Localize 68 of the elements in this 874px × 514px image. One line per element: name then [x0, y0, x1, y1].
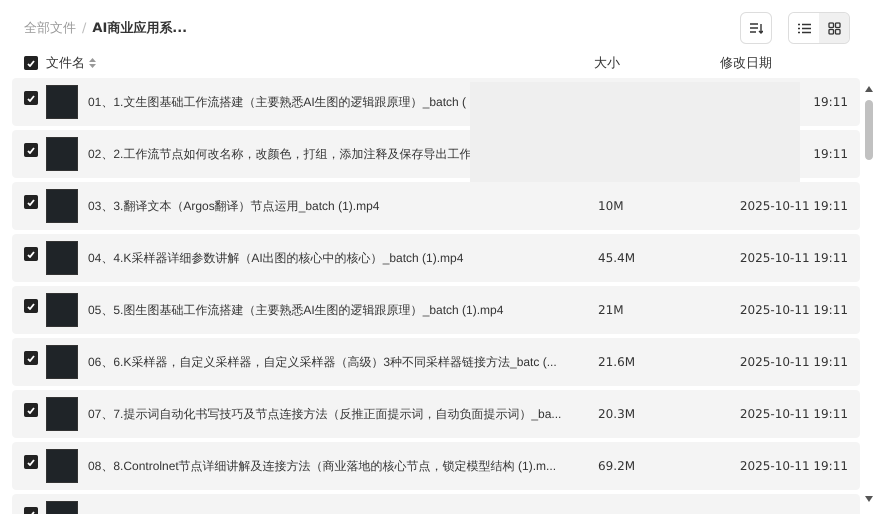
checkmark-icon — [27, 250, 35, 258]
grid-view-button[interactable] — [819, 13, 849, 43]
sort-arrows-icon — [89, 58, 96, 68]
file-size: 10M — [598, 198, 625, 215]
file-name: 03、3.翻译文本（Argos翻译）节点运用_batch (1).mp4 — [88, 198, 380, 215]
modified-date: 2025-10-11 19:11 — [738, 458, 848, 475]
file-name: 08、8.Controlnet节点详细讲解及连接方法（商业落地的核心节点，锁定模型结构 (1).m... — [88, 458, 558, 475]
file-row[interactable]: 06、6.K采样器，自定义采样器，自定义采样器（高级）3种不同采样器链接方法_batc (... 21.6M 2025-10-11 19:11 — [12, 338, 860, 386]
file-row[interactable]: 03、3.翻译文本（Argos翻译）节点运用_batch (1).mp4 10M 2025-10-11 19:11 — [12, 182, 860, 230]
file-name: 02、2.工作流节点如何改名称，改颜色，打组，添加注释及保存导出工作 — [88, 146, 472, 163]
file-size: 69.2M — [598, 458, 636, 475]
checkbox[interactable] — [24, 247, 38, 261]
file-name: 06、6.K采样器，自定义采样器，自定义采样器（高级）3种不同采样器链接方法_batc (... — [88, 354, 558, 371]
checkbox[interactable] — [24, 351, 38, 365]
column-header[interactable]: 文件名 — [46, 54, 85, 72]
file-row[interactable]: 08、8.Controlnet节点详细讲解及连接方法（商业落地的核心节点，锁定模型结构 (1).m... 69.2M 2025-10-11 19:11 — [12, 442, 860, 490]
video-thumbnail — [46, 137, 78, 171]
breadcrumb-separator: / — [82, 20, 86, 36]
file-name: 04、4.K采样器详细参数讲解（AI出图的核心中的核心）_batch (1).mp4 — [88, 250, 464, 267]
checkmark-icon — [27, 302, 35, 310]
checkmark-icon — [27, 458, 35, 466]
file-name: 07、7.提示词自动化书写技巧及节点连接方法（反推正面提示词，自动负面提示词）_ba... — [88, 406, 562, 423]
checkbox[interactable] — [24, 403, 38, 417]
column-header[interactable]: 修改日期 — [720, 54, 820, 72]
checkmark-icon — [27, 146, 35, 154]
video-thumbnail — [46, 241, 78, 275]
video-thumbnail — [46, 345, 78, 379]
modified-date: 2025-10-11 19:11 — [738, 302, 848, 319]
sort-icon — [749, 22, 763, 34]
checkbox[interactable] — [24, 455, 38, 469]
modified-date: 2025-10-11 19:11 — [738, 354, 848, 371]
modified-date: 2025-10-11 19:11 — [738, 406, 848, 423]
file-name: 05、5.图生图基础工作流搭建（主要熟悉AI生图的逻辑跟原理）_batch (1).mp4 — [88, 302, 504, 319]
checkbox[interactable] — [24, 299, 38, 313]
file-size: 20.3M — [598, 406, 636, 423]
modified-date: 19:11 — [812, 94, 848, 111]
breadcrumb-item: AI商业应用系... — [92, 20, 188, 37]
checkbox[interactable] — [24, 195, 38, 209]
checkmark-icon — [27, 406, 35, 414]
list-icon — [798, 22, 810, 34]
scroll-up-icon[interactable] — [865, 86, 873, 92]
scroll-down-icon[interactable] — [865, 496, 873, 502]
checkmark-icon — [27, 60, 35, 66]
video-thumbnail — [46, 189, 78, 223]
checkmark-icon — [27, 94, 35, 102]
modified-date: 19:11 — [812, 146, 848, 163]
video-thumbnail — [46, 85, 78, 119]
modified-date: 2025-10-11 19:11 — [738, 198, 848, 215]
file-name: 01、1.文生图基础工作流搭建（主要熟悉AI生图的逻辑跟原理）_batch ( — [88, 94, 468, 111]
column-header[interactable]: 大小 — [594, 54, 720, 72]
grid-icon — [828, 22, 840, 34]
sort-button[interactable] — [740, 12, 772, 44]
modified-date: 2025-10-11 19:11 — [738, 250, 848, 267]
checkbox[interactable] — [24, 91, 38, 105]
file-row[interactable]: 04、4.K采样器详细参数讲解（AI出图的核心中的核心）_batch (1).mp4 45.4M 2025-10-11 19:11 — [12, 234, 860, 282]
file-row[interactable]: 07、7.提示词自动化书写技巧及节点连接方法（反推正面提示词，自动负面提示词）_ba... 20.3M 2025-10-11 19:11 — [12, 390, 860, 438]
checkmark-icon — [27, 198, 35, 206]
file-row[interactable]: 05、5.图生图基础工作流搭建（主要熟悉AI生图的逻辑跟原理）_batch (1).mp4 21M 2025-10-11 19:11 — [12, 286, 860, 334]
file-size: 21.6M — [598, 354, 636, 371]
scrollbar-thumb[interactable] — [865, 100, 873, 160]
video-thumbnail — [46, 449, 78, 483]
video-thumbnail — [46, 293, 78, 327]
file-size: 45.4M — [598, 250, 636, 267]
checkbox[interactable] — [24, 56, 38, 70]
checkbox[interactable] — [24, 143, 38, 157]
file-size: 21M — [598, 302, 625, 319]
checkmark-icon — [27, 354, 35, 362]
video-thumbnail — [46, 397, 78, 431]
